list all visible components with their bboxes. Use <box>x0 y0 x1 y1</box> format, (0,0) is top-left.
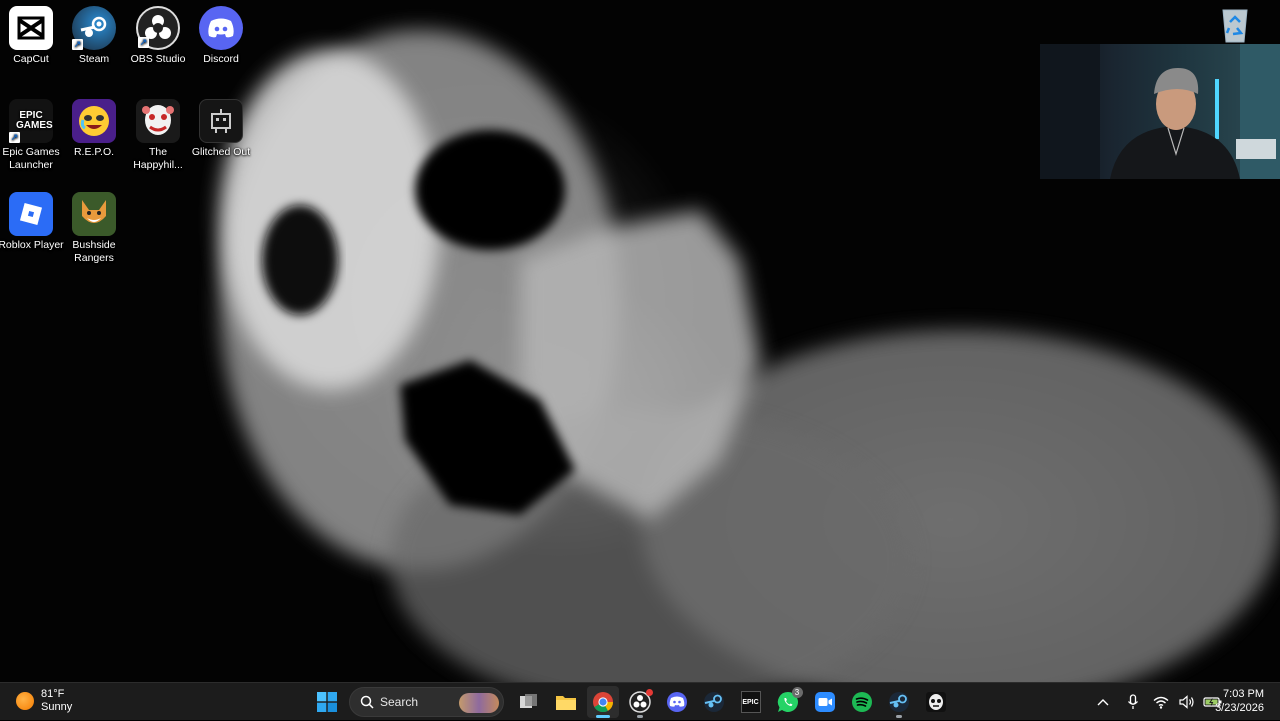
desktop-icon-label: Discord <box>203 53 239 65</box>
desktop-icon-label: Steam <box>78 53 110 65</box>
zoom-icon <box>814 692 835 712</box>
taskbar-steam[interactable] <box>698 686 730 718</box>
discord-icon <box>199 6 243 50</box>
desktop-icon-happyhill[interactable]: The Happyhil... <box>125 99 191 172</box>
taskbar-obs[interactable] <box>624 686 656 718</box>
taskbar-steam-2[interactable] <box>883 686 915 718</box>
search-placeholder: Search <box>380 695 419 709</box>
windows-start-icon <box>316 692 337 712</box>
desktop-icon-label: R.E.P.O. <box>73 146 115 158</box>
desktop-icon-label: CapCut <box>13 53 49 65</box>
task-view-icon <box>519 694 537 708</box>
desktop-icon-repo[interactable]: R.E.P.O. <box>61 99 127 159</box>
clown-game-icon <box>136 99 180 143</box>
epic-games-icon: EPIC <box>740 691 761 713</box>
desktop-icon-label: The Happyhil... <box>133 146 183 171</box>
steam-icon <box>703 692 724 712</box>
discord-icon <box>666 692 687 712</box>
desktop-icon-label: Roblox Player <box>0 239 64 251</box>
clock-time: 7:03 PM <box>1223 688 1264 700</box>
recycle-bin-icon[interactable] <box>1215 6 1255 44</box>
network-button[interactable] <box>1150 691 1172 713</box>
desktop-icon-label: Epic Games Launcher <box>2 146 60 171</box>
shortcut-arrow-icon: ↗ <box>9 132 20 143</box>
task-view-button[interactable] <box>513 686 545 718</box>
taskbar-search-box[interactable]: Search <box>349 687 504 717</box>
desktop-icon-capcut[interactable]: CapCut <box>0 6 64 66</box>
webcam-overlay <box>1040 44 1280 179</box>
desktop-icon-epic-games[interactable]: EPIC GAMES ↗ Epic Games Launcher <box>0 99 64 172</box>
taskbar-discord[interactable] <box>661 686 693 718</box>
volume-button[interactable] <box>1176 691 1198 713</box>
steam-icon <box>888 692 909 712</box>
file-explorer-icon <box>555 696 576 710</box>
desktop-icon-discord[interactable]: Discord <box>188 6 254 66</box>
running-indicator <box>595 715 610 718</box>
microphone-button[interactable] <box>1122 691 1144 713</box>
taskbar-file-explorer[interactable] <box>550 686 582 718</box>
running-indicator <box>895 715 902 718</box>
microphone-icon <box>1127 694 1139 709</box>
taskbar-whatsapp[interactable]: 3 <box>772 686 804 718</box>
running-indicator <box>636 715 643 718</box>
taskbar: 81°F Sunny Search EPIC 3 7:03 PM 3/23/20… <box>0 682 1280 720</box>
desktop-icon-obs-studio[interactable]: ↗ OBS Studio <box>125 6 191 66</box>
weather-widget[interactable]: 81°F Sunny <box>16 688 72 714</box>
weather-temperature: 81°F <box>41 688 65 700</box>
taskbar-game[interactable] <box>920 686 952 718</box>
game-icon <box>925 692 946 712</box>
recording-dot-icon <box>645 689 653 696</box>
desktop-icon-label: Glitched Out <box>191 146 251 158</box>
taskbar-chrome[interactable] <box>586 686 619 718</box>
spotify-icon <box>851 692 872 712</box>
desktop-icon-label: Bushside Rangers <box>72 239 116 264</box>
desktop-icon-label: OBS Studio <box>130 53 186 65</box>
fox-game-icon <box>72 192 116 236</box>
wifi-icon <box>1153 696 1169 709</box>
taskbar-spotify[interactable] <box>846 686 878 718</box>
weather-condition: Sunny <box>41 701 73 713</box>
taskbar-zoom[interactable] <box>809 686 841 718</box>
notification-badge: 3 <box>791 687 803 698</box>
taskbar-epic-games[interactable]: EPIC <box>735 686 767 718</box>
speaker-icon <box>1179 695 1194 709</box>
search-icon <box>360 695 374 709</box>
shortcut-arrow-icon: ↗ <box>138 37 149 48</box>
shortcut-arrow-icon: ↗ <box>72 39 83 50</box>
epic-games-icon: EPIC GAMES ↗ <box>9 99 53 143</box>
sun-weather-icon <box>16 692 34 710</box>
webcam-streamer-image <box>1040 44 1280 179</box>
steam-icon: ↗ <box>72 6 116 50</box>
search-highlight-image <box>459 693 499 713</box>
system-tray <box>1090 683 1226 721</box>
repo-game-icon <box>72 99 116 143</box>
chevron-up-icon <box>1097 699 1109 706</box>
clock-date: 3/23/2026 <box>1215 702 1264 714</box>
show-hidden-icons-button[interactable] <box>1092 691 1114 713</box>
desktop-icon-glitched-out[interactable]: Glitched Out <box>188 99 254 159</box>
desktop-icon-bushside-rangers[interactable]: Bushside Rangers <box>61 192 127 265</box>
chrome-icon <box>592 692 613 713</box>
obs-icon: ↗ <box>136 6 180 50</box>
roblox-icon <box>9 192 53 236</box>
desktop-icon-steam[interactable]: ↗ Steam <box>61 6 127 66</box>
robot-game-icon <box>199 99 243 143</box>
desktop-icon-roblox[interactable]: Roblox Player <box>0 192 64 252</box>
capcut-icon <box>9 6 53 50</box>
start-button[interactable] <box>311 686 343 718</box>
taskbar-clock[interactable]: 7:03 PM 3/23/2026 <box>1215 687 1264 715</box>
epic-games-logo-text: EPIC GAMES <box>16 110 53 131</box>
